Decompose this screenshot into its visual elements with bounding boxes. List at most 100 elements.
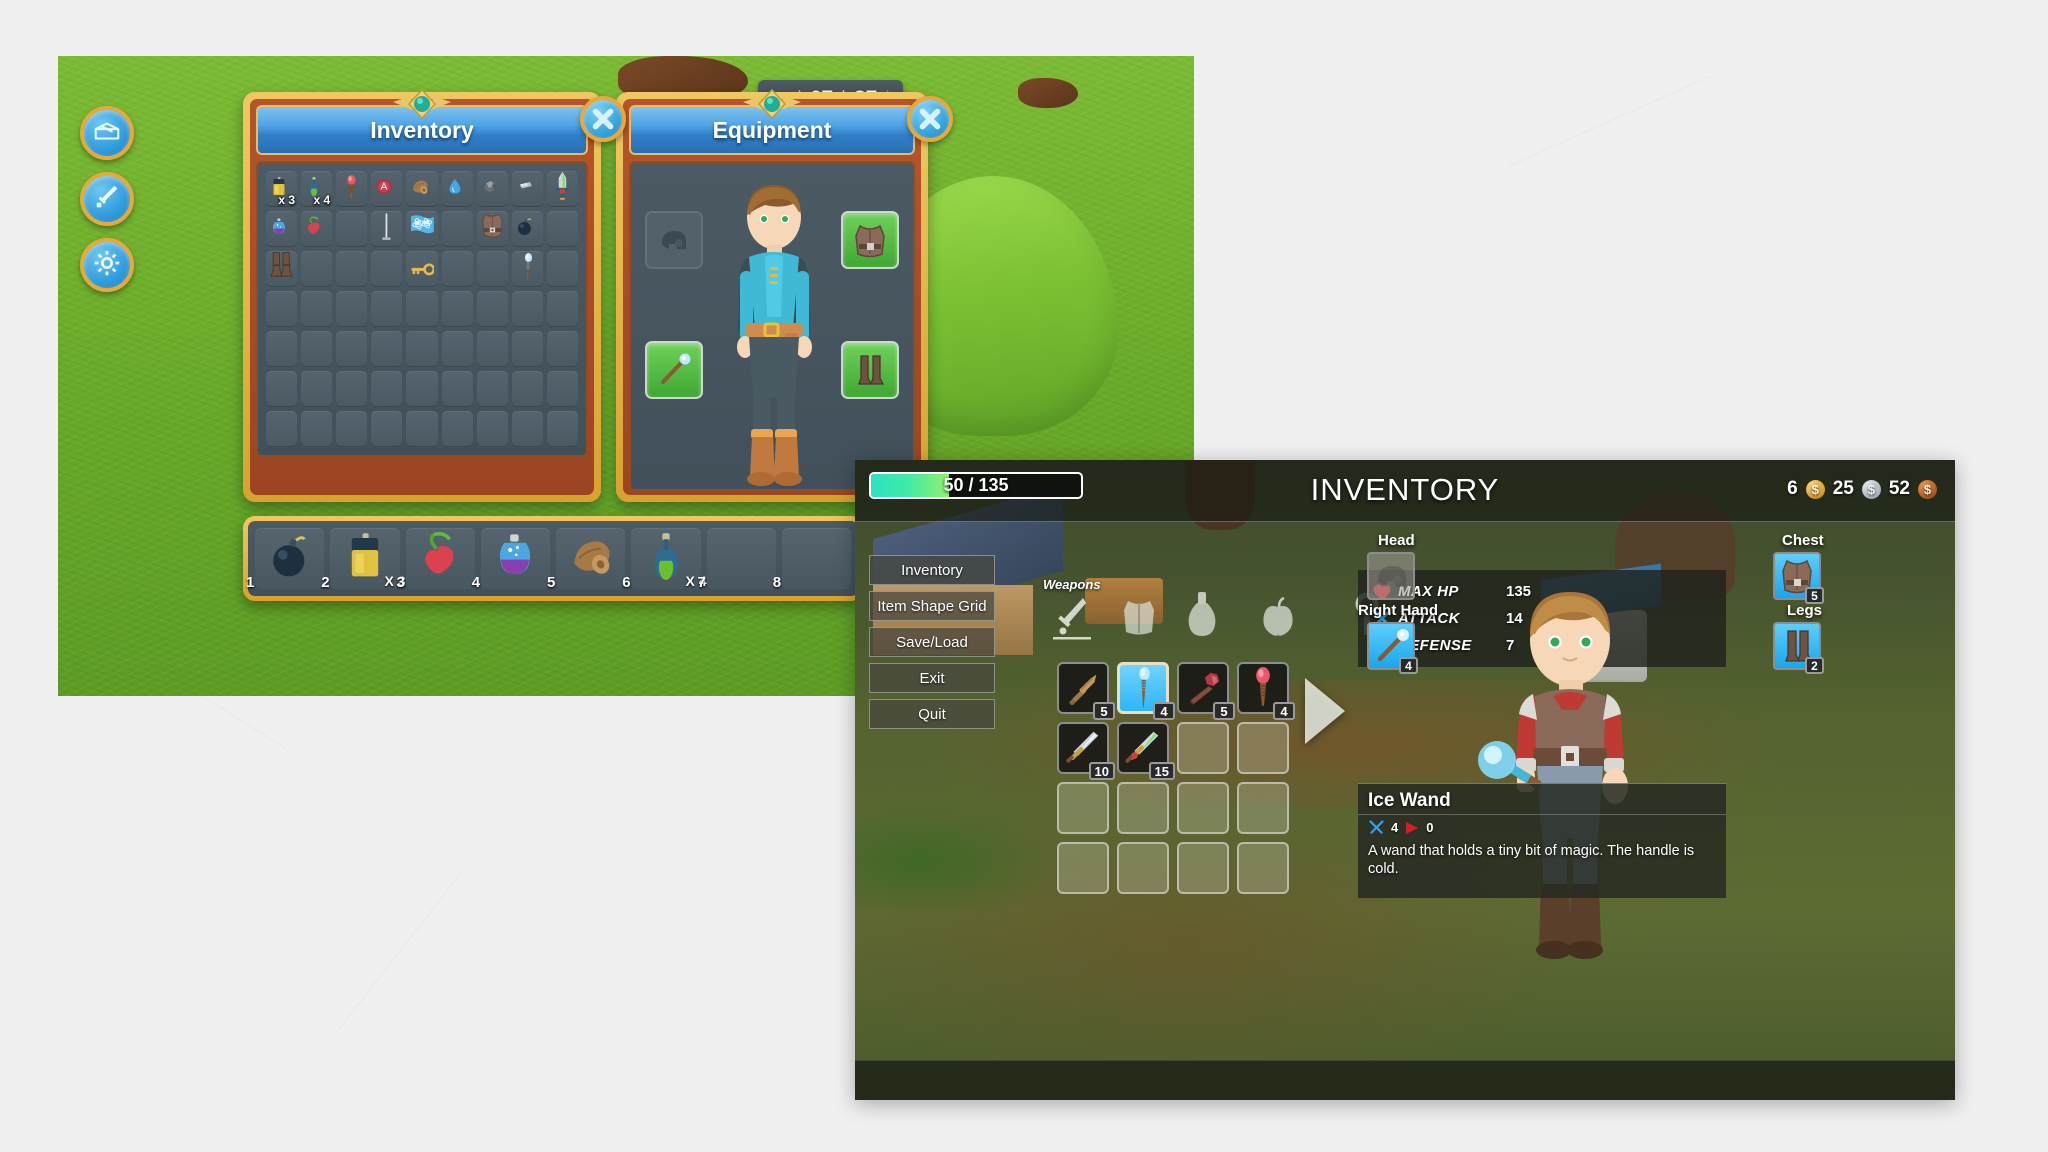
item-slot-empty[interactable] [1177,782,1229,834]
inventory-slot[interactable] [406,251,438,287]
inventory-slot[interactable] [441,371,473,407]
inventory-slot[interactable] [336,331,368,367]
inventory-slot[interactable] [511,411,543,447]
hotbar-slot[interactable]: 2X 3 [321,528,406,591]
hotbar-slot[interactable]: 5 [547,528,626,591]
inventory-slot[interactable] [511,291,543,327]
inventory-slot[interactable] [371,211,403,247]
equipment-slot-chest-window2[interactable]: 5 [1773,552,1824,604]
inventory-slot[interactable] [371,171,403,207]
inventory-slot[interactable] [441,211,473,247]
inventory-slot[interactable] [441,171,473,207]
equipment-slot-head-window1[interactable] [645,211,703,269]
inventory-slot-grid[interactable]: x 3 x 4 [266,171,578,447]
hotbar-slot[interactable]: 3 [397,528,475,591]
inventory-slot[interactable] [511,371,543,407]
armor-category-icon[interactable] [1120,598,1158,643]
inventory-slot[interactable] [371,291,403,327]
inventory-slot[interactable] [476,171,508,207]
inventory-slot[interactable] [371,411,403,447]
item-slot-ice-wand[interactable]: 4 [1117,662,1175,720]
menu-item-shape-grid-button[interactable]: Item Shape Grid [869,591,995,621]
inventory-slot[interactable] [266,371,298,407]
inventory-slot[interactable] [301,331,333,367]
item-slot-empty[interactable] [1117,842,1169,894]
inventory-slot[interactable] [511,171,543,207]
item-slot-empty[interactable] [1237,842,1289,894]
equipment-slot-head-window2[interactable] [1367,552,1415,600]
inventory-slot[interactable] [476,211,508,247]
menu-quit-button[interactable]: Quit [869,699,995,729]
item-slot-empty[interactable] [1237,782,1289,834]
inventory-slot[interactable] [266,291,298,327]
equipment-slot-right-hand-window1[interactable] [645,341,703,399]
main-menu-list[interactable]: Inventory Item Shape Grid Save/Load Exit Qui… [869,555,995,735]
inventory-slot[interactable] [301,411,333,447]
item-slot-wooden-sword[interactable]: 5 [1057,662,1115,720]
equipment-slot-legs-window1[interactable] [841,341,899,399]
inventory-slot[interactable] [441,291,473,327]
inventory-slot[interactable] [406,171,438,207]
equipment-slot-legs-window2[interactable]: 2 [1773,622,1824,674]
item-slot-red-gem-wand[interactable]: 4 [1237,662,1295,720]
inventory-slot[interactable] [476,331,508,367]
inventory-slot[interactable] [336,171,368,207]
inventory-slot[interactable] [336,291,368,327]
inventory-slot[interactable] [266,211,298,247]
inventory-slot[interactable] [406,371,438,407]
item-slot-iron-sword[interactable]: 10 [1057,722,1115,780]
inventory-slot[interactable] [406,411,438,447]
item-slot-emerald-sword[interactable]: 15 [1117,722,1175,780]
inventory-slot[interactable] [441,251,473,287]
inventory-slot[interactable] [301,371,333,407]
inventory-slot[interactable] [301,291,333,327]
inventory-slot[interactable] [476,251,508,287]
inventory-slot[interactable] [266,411,298,447]
inventory-slot[interactable] [406,291,438,327]
inventory-slot[interactable] [546,331,578,367]
inventory-slot[interactable] [301,211,333,247]
next-page-arrow-button[interactable] [1305,678,1345,744]
inventory-slot[interactable]: x 4 [301,171,333,207]
menu-save-load-button[interactable]: Save/Load [869,627,995,657]
inventory-slot[interactable] [371,371,403,407]
equipment-close-button[interactable] [907,96,953,142]
inventory-slot[interactable] [546,251,578,287]
inventory-slot[interactable]: x 3 [266,171,298,207]
inventory-slot[interactable] [546,211,578,247]
inventory-slot[interactable] [371,331,403,367]
inventory-slot[interactable] [336,211,368,247]
inventory-slot[interactable] [266,251,298,287]
sidebar-item-inventory[interactable] [80,106,134,160]
item-slot-empty[interactable] [1237,722,1289,774]
hotbar-slot-row[interactable]: 1 2X 33 4 5 6X 47 8 [246,528,851,591]
inventory-slot[interactable] [511,331,543,367]
inventory-slot[interactable] [476,371,508,407]
item-slot-empty[interactable] [1177,842,1229,894]
item-slot-empty[interactable] [1057,842,1109,894]
inventory-slot[interactable] [476,411,508,447]
item-grid[interactable]: 5 4 5 4 10 15 [1053,658,1295,898]
inventory-slot[interactable] [546,171,578,207]
inventory-slot[interactable] [476,291,508,327]
inventory-slot[interactable] [441,411,473,447]
inventory-slot[interactable] [406,331,438,367]
hotbar-slot[interactable]: 6X 4 [622,528,707,591]
inventory-slot[interactable] [511,211,543,247]
hotbar-slot[interactable]: 8 [773,528,851,591]
inventory-slot[interactable] [336,251,368,287]
inventory-slot[interactable] [266,331,298,367]
item-slot-empty[interactable] [1177,722,1229,774]
hotbar-slot[interactable]: 1 [246,528,325,591]
inventory-slot[interactable] [546,411,578,447]
potions-category-icon[interactable] [1185,590,1219,643]
item-slot-empty[interactable] [1117,782,1169,834]
inventory-slot[interactable] [546,371,578,407]
equipment-slot-chest-window1[interactable] [841,211,899,269]
equipment-slot-right-hand-window2[interactable]: 4 [1367,622,1418,674]
inventory-slot[interactable] [546,291,578,327]
inventory-close-button[interactable] [580,96,626,142]
sidebar-item-settings[interactable] [80,238,134,292]
menu-exit-button[interactable]: Exit [869,663,995,693]
sidebar-item-equipment[interactable] [80,172,134,226]
